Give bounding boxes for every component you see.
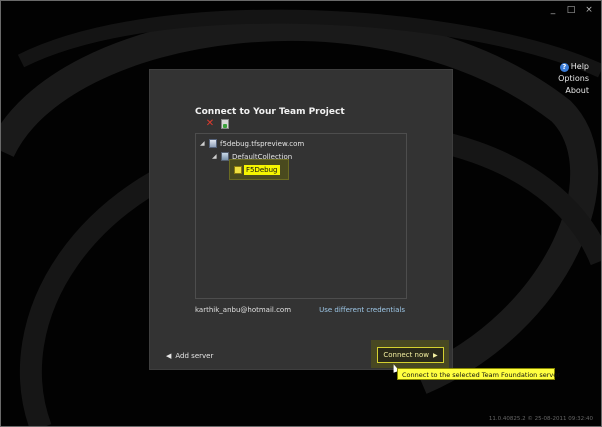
add-server-button[interactable]: ◀ Add server	[166, 352, 213, 360]
add-server-label: Add server	[175, 352, 214, 360]
about-link[interactable]: About	[558, 85, 589, 97]
help-label: Help	[570, 62, 589, 71]
tree-node-project[interactable]: F5Debug	[234, 164, 280, 175]
minimize-button[interactable]: _	[547, 5, 559, 15]
project-tree[interactable]: ◢ f5debug.tfspreview.com ◢ DefaultCollec…	[195, 133, 407, 299]
project-label: F5Debug	[244, 164, 280, 175]
collection-icon	[221, 152, 229, 161]
options-link[interactable]: Options	[558, 73, 589, 85]
use-different-credentials-link[interactable]: Use different credentials	[319, 306, 405, 314]
delete-icon[interactable]: ✕	[205, 119, 215, 129]
tree-toolbar: ✕	[205, 119, 229, 129]
back-arrow-icon: ◀	[166, 352, 172, 360]
window-controls: _ □ ×	[547, 5, 595, 15]
version-text: 11.0.40825.2 © 25-08-2011 09:32:40	[488, 416, 593, 422]
project-icon	[234, 165, 242, 174]
app-screen: _ □ × ? Help Options About Connect to Yo…	[0, 0, 602, 427]
help-icon: ?	[559, 62, 569, 72]
account-email: karthik_anbu@hotmail.com	[195, 306, 292, 314]
help-link[interactable]: ? Help	[558, 61, 589, 73]
side-links: ? Help Options About	[558, 61, 589, 97]
play-icon: ▶	[433, 351, 438, 359]
connect-dialog: Connect to Your Team Project ✕ ◢ f5debug…	[149, 69, 453, 370]
server-label: f5debug.tfspreview.com	[220, 139, 305, 148]
close-button[interactable]: ×	[583, 5, 595, 15]
tree-node-server[interactable]: ◢ f5debug.tfspreview.com	[200, 138, 304, 149]
server-icon	[209, 139, 217, 148]
dialog-title: Connect to Your Team Project	[195, 107, 345, 117]
expand-triangle-icon[interactable]: ◢	[200, 140, 206, 147]
connect-now-button[interactable]: Connect now ▶	[377, 347, 444, 363]
maximize-button[interactable]: □	[565, 5, 577, 15]
expand-triangle-icon[interactable]: ◢	[212, 153, 218, 160]
connect-tooltip: Connect to the selected Team Foundation …	[397, 368, 560, 380]
connect-now-label: Connect now	[383, 351, 429, 359]
add-project-icon[interactable]	[221, 119, 229, 129]
